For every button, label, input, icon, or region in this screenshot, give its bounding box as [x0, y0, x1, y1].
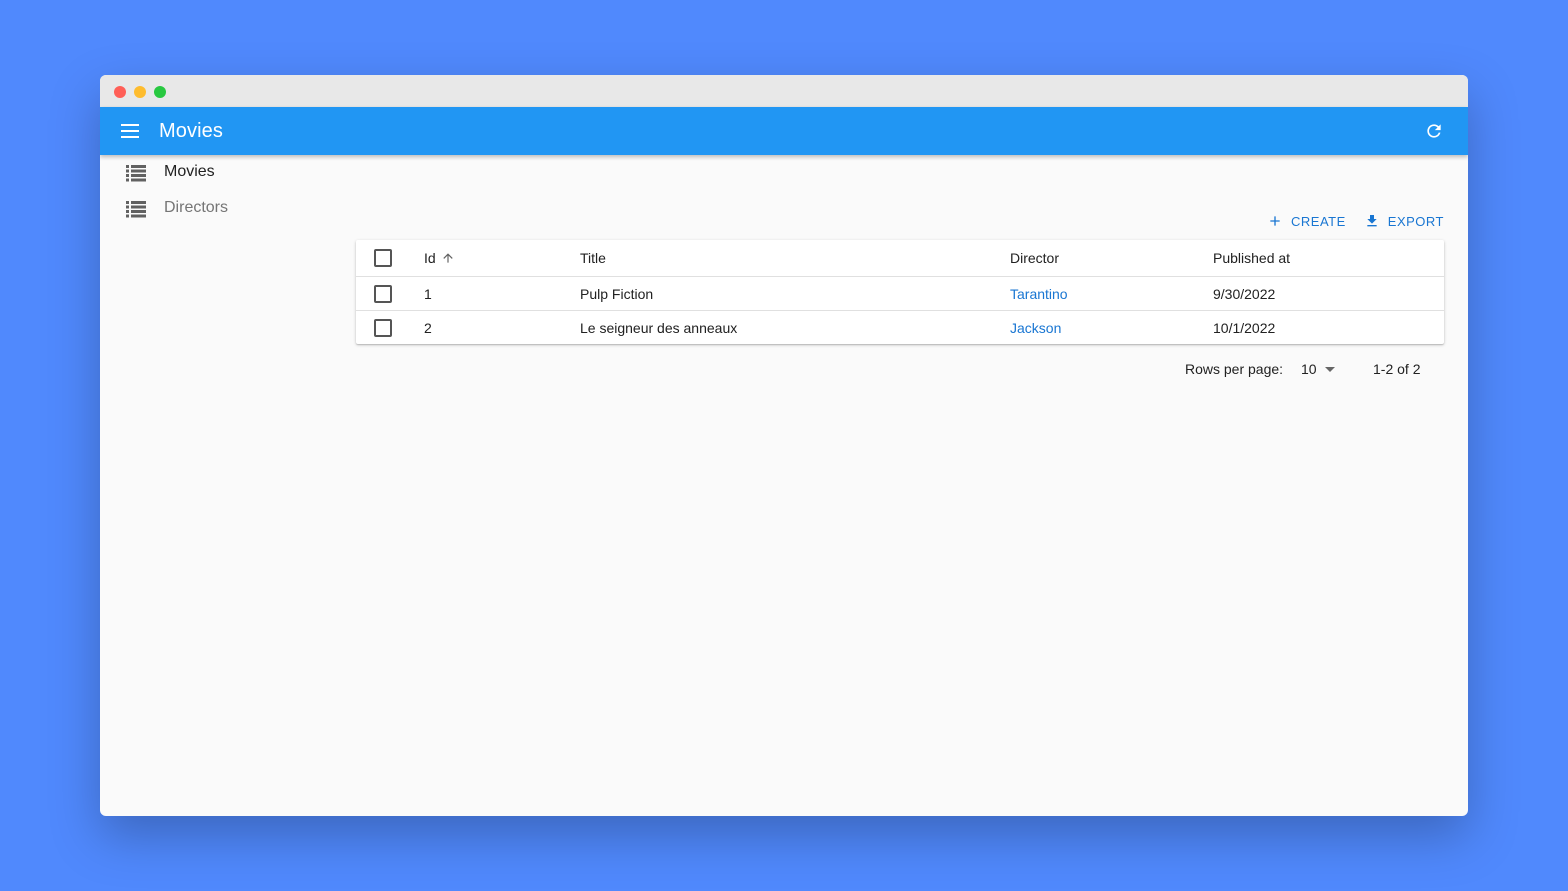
- cell-id: 2: [424, 319, 432, 336]
- director-link[interactable]: Jackson: [1010, 320, 1061, 336]
- cell-id: 1: [424, 285, 432, 302]
- sidebar: Movies Directors: [100, 155, 350, 227]
- create-label: CREATE: [1291, 213, 1346, 229]
- pagination-range: 1-2 of 2: [1373, 361, 1421, 377]
- movies-table: Id Title Director Published at 1 Pulp Fi…: [356, 240, 1444, 344]
- pagination: Rows per page: 10 1-2 of 2: [356, 355, 1444, 383]
- row-checkbox-cell: [374, 311, 392, 344]
- export-label: EXPORT: [1387, 213, 1444, 229]
- sidebar-item-movies[interactable]: Movies: [100, 155, 350, 191]
- column-header-published-at[interactable]: Published at: [1213, 240, 1290, 276]
- column-header-label: Published at: [1213, 250, 1291, 266]
- export-button[interactable]: EXPORT: [1364, 211, 1444, 231]
- select-all-checkbox[interactable]: [374, 249, 392, 267]
- app-bar: Movies: [100, 107, 1468, 155]
- minimize-window-button[interactable]: [134, 86, 146, 98]
- create-button[interactable]: CREATE: [1267, 211, 1346, 231]
- cell-published-at: 10/1/2022: [1213, 319, 1276, 336]
- column-header-director[interactable]: Director: [1010, 240, 1059, 276]
- plus-icon: [1270, 216, 1280, 226]
- cell-title: Pulp Fiction: [580, 285, 654, 302]
- list-icon: [126, 201, 146, 218]
- app-title: Movies: [159, 120, 223, 142]
- sidebar-item-directors[interactable]: Directors: [100, 191, 350, 227]
- arrow-up-icon: [443, 253, 453, 263]
- sidebar-item-label: Movies: [164, 163, 215, 180]
- table-header-row: Id Title Director Published at: [356, 240, 1444, 277]
- rows-per-page-label: Rows per page:: [1185, 361, 1284, 377]
- column-header-id[interactable]: Id: [424, 240, 455, 276]
- list-icon: [126, 165, 146, 182]
- download-icon: [1367, 215, 1377, 227]
- caret-down-icon: [1324, 366, 1335, 372]
- close-window-button[interactable]: [114, 86, 126, 98]
- column-header-label: Id: [424, 250, 436, 266]
- cell-director: Tarantino: [1010, 277, 1068, 310]
- hamburger-menu-icon[interactable]: [120, 122, 140, 140]
- refresh-icon[interactable]: [1424, 121, 1444, 141]
- table-row[interactable]: 1 Pulp Fiction Tarantino 9/30/2022: [356, 277, 1444, 311]
- rows-per-page-select[interactable]: 10: [1301, 361, 1335, 377]
- column-header-label: Title: [580, 250, 606, 266]
- maximize-window-button[interactable]: [154, 86, 166, 98]
- row-checkbox[interactable]: [374, 284, 392, 303]
- list-toolbar: CREATE EXPORT: [1267, 211, 1444, 231]
- cell-published-at: 9/30/2022: [1213, 285, 1276, 302]
- browser-window: Movies Movies Directors CREATE EXPORT Id…: [100, 75, 1468, 816]
- row-checkbox-cell: [374, 277, 392, 310]
- table-row[interactable]: 2 Le seigneur des anneaux Jackson 10/1/2…: [356, 311, 1444, 344]
- column-header-title[interactable]: Title: [580, 240, 606, 276]
- header-checkbox-cell: [374, 240, 392, 276]
- rows-per-page-value: 10: [1301, 361, 1317, 377]
- column-header-label: Director: [1010, 250, 1060, 266]
- row-checkbox[interactable]: [374, 318, 392, 337]
- cell-director: Jackson: [1010, 311, 1061, 344]
- window-titlebar: [100, 75, 1468, 107]
- sidebar-item-label: Directors: [164, 199, 229, 216]
- director-link[interactable]: Tarantino: [1010, 286, 1068, 302]
- cell-title: Le seigneur des anneaux: [580, 319, 738, 336]
